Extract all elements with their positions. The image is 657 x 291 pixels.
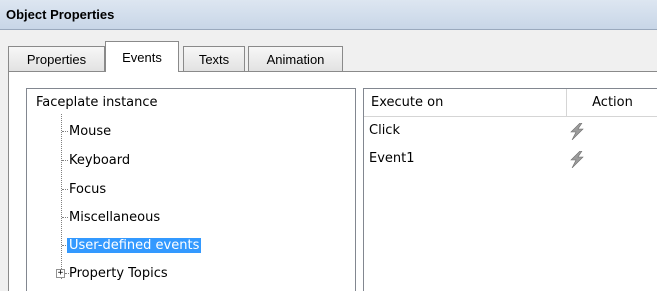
tree-item-keyboard[interactable]: Keyboard [67, 151, 132, 170]
tree-item-property-topics[interactable]: Property Topics [67, 264, 170, 283]
event-grid: Execute on Action Click Event1 [363, 88, 657, 291]
execute-on-cell: Event1 [369, 151, 415, 166]
event-tree[interactable]: Faceplate instance Mouse Keyboard Focus … [26, 88, 356, 291]
lightning-icon[interactable] [567, 151, 587, 168]
tree-item-focus[interactable]: Focus [67, 180, 108, 199]
grid-row[interactable]: Click [364, 118, 657, 144]
grid-header: Execute on Action [364, 89, 657, 117]
tree-root[interactable]: Faceplate instance [36, 95, 158, 110]
column-header-action[interactable]: Action [567, 89, 657, 117]
tree-item-label: Mouse [69, 124, 112, 139]
window-title: Object Properties [6, 7, 115, 22]
tree-item-label: Focus [69, 182, 107, 197]
tree-line [61, 114, 62, 279]
execute-on-cell: Click [369, 123, 400, 138]
tree-item-label: User-defined events [65, 237, 203, 254]
tree-item-miscellaneous[interactable]: Miscellaneous [67, 208, 162, 227]
tree-item-label: Keyboard [69, 153, 131, 168]
tree-item-label: Property Topics [69, 266, 168, 281]
tab-properties[interactable]: Properties [8, 46, 105, 71]
tree-item-label: Miscellaneous [69, 210, 161, 225]
tab-events[interactable]: Events [105, 41, 179, 72]
title-bar: Object Properties [0, 0, 657, 30]
expand-plus-icon[interactable]: + [56, 269, 65, 278]
column-header-execute-on[interactable]: Execute on [364, 89, 567, 117]
grid-row[interactable]: Event1 [364, 146, 657, 172]
lightning-icon[interactable] [567, 123, 587, 140]
tab-texts[interactable]: Texts [183, 46, 245, 71]
tree-item-mouse[interactable]: Mouse [67, 122, 113, 141]
tab-animation[interactable]: Animation [248, 46, 343, 71]
tree-item-user-defined-events[interactable]: User-defined events [65, 236, 203, 255]
